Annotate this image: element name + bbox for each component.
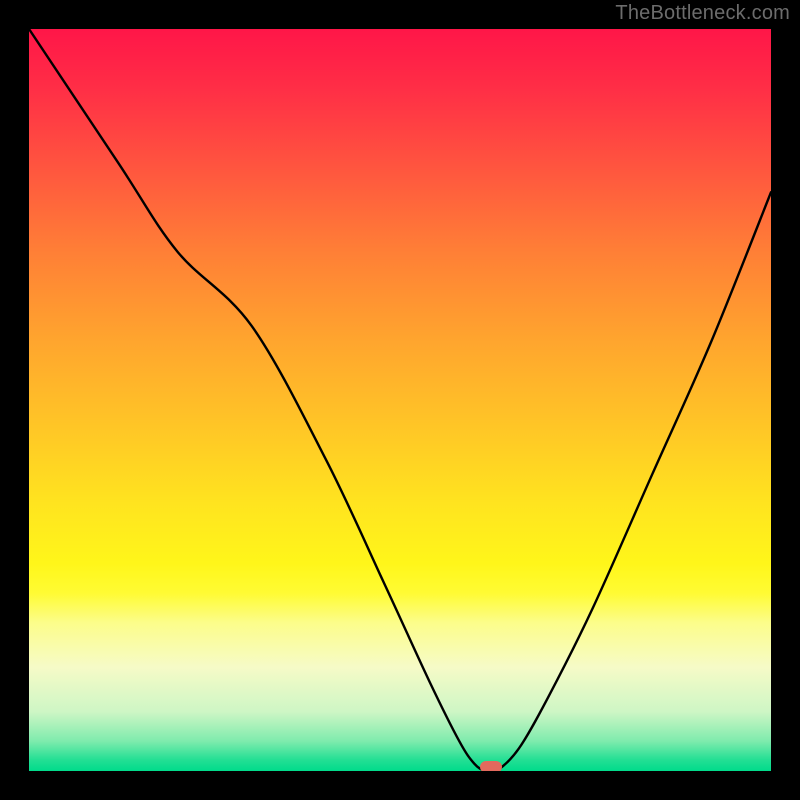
curve-path <box>29 29 771 771</box>
attribution-text: TheBottleneck.com <box>615 2 790 25</box>
plot-area <box>29 29 771 771</box>
bottleneck-curve <box>29 29 771 771</box>
optimal-marker <box>480 761 502 771</box>
chart-container: TheBottleneck.com <box>0 0 800 800</box>
